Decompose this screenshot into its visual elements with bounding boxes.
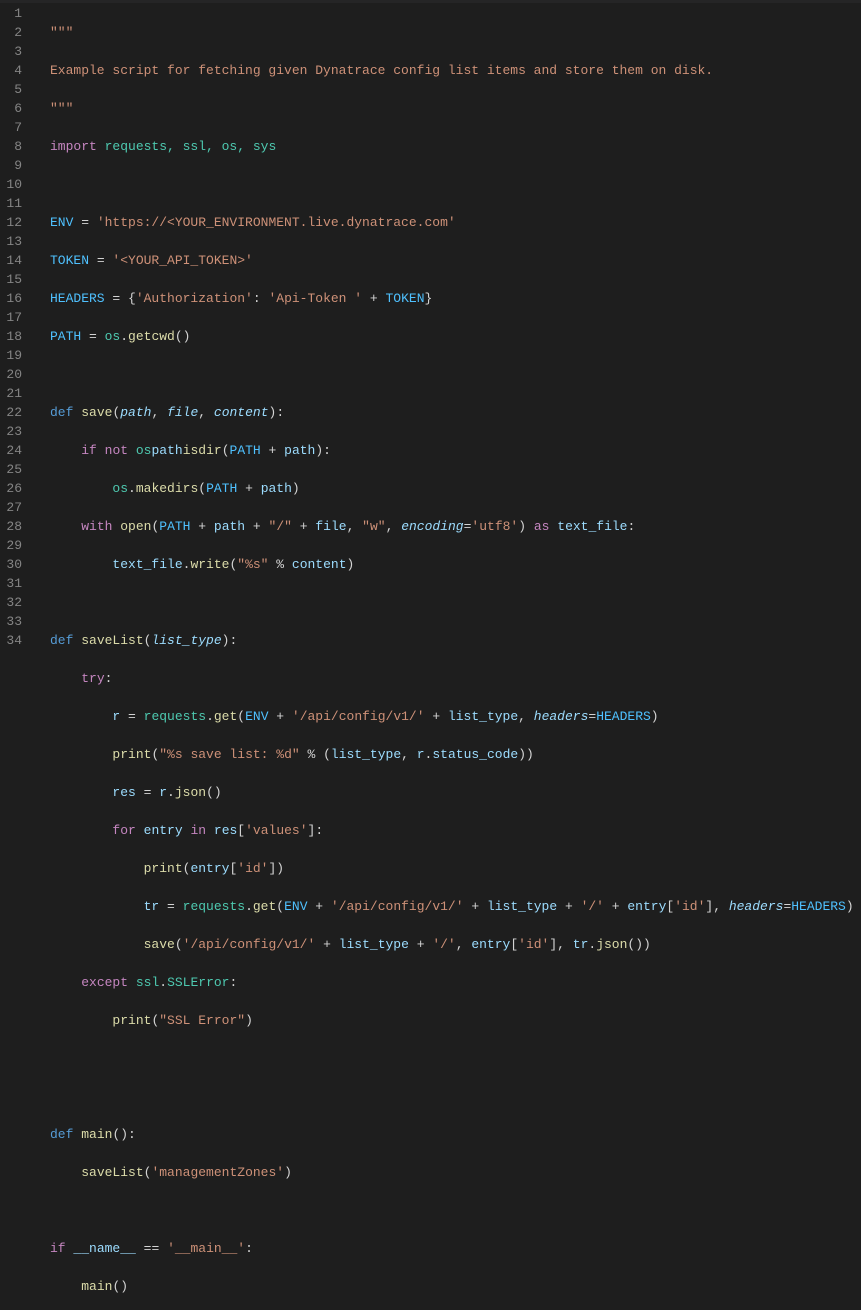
line-number: 16 [0,289,26,308]
line-number: 12 [0,213,26,232]
code-line[interactable] [50,365,854,384]
line-number: 33 [0,612,26,631]
line-number: 21 [0,384,26,403]
line-number: 13 [0,232,26,251]
line-number: 25 [0,460,26,479]
line-number-gutter: 1 2 3 4 5 6 7 8 9 10 11 12 13 14 15 16 1… [0,4,40,1310]
line-number: 10 [0,175,26,194]
code-line[interactable]: print("%s save list: %d" % (list_type, r… [50,745,854,764]
code-line[interactable]: print(entry['id']) [50,859,854,878]
line-number: 19 [0,346,26,365]
line-number: 31 [0,574,26,593]
code-line[interactable]: TOKEN = '<YOUR_API_TOKEN>' [50,251,854,270]
code-line[interactable]: PATH = os.getcwd() [50,327,854,346]
code-line[interactable] [50,175,854,194]
code-line[interactable]: ENV = 'https://<YOUR_ENVIRONMENT.live.dy… [50,213,854,232]
code-line[interactable] [50,1049,854,1068]
line-number: 6 [0,99,26,118]
code-line[interactable]: main() [50,1277,854,1296]
line-number: 18 [0,327,26,346]
code-line[interactable]: except ssl.SSLError: [50,973,854,992]
line-number: 29 [0,536,26,555]
line-number: 5 [0,80,26,99]
line-number: 11 [0,194,26,213]
code-line[interactable]: def main(): [50,1125,854,1144]
code-line[interactable]: saveList('managementZones') [50,1163,854,1182]
code-line[interactable]: HEADERS = {'Authorization': 'Api-Token '… [50,289,854,308]
line-number: 24 [0,441,26,460]
line-number: 9 [0,156,26,175]
line-number: 4 [0,61,26,80]
line-number: 3 [0,42,26,61]
code-line[interactable]: text_file.write("%s" % content) [50,555,854,574]
code-line[interactable]: res = r.json() [50,783,854,802]
line-number: 26 [0,479,26,498]
code-line[interactable]: if not ospathisdir(PATH + path): [50,441,854,460]
line-number: 2 [0,23,26,42]
line-number: 27 [0,498,26,517]
line-number: 22 [0,403,26,422]
line-number: 28 [0,517,26,536]
line-number: 34 [0,631,26,650]
code-line[interactable]: try: [50,669,854,688]
line-number: 32 [0,593,26,612]
line-number: 20 [0,365,26,384]
code-line[interactable]: Example script for fetching given Dynatr… [50,61,854,80]
line-number: 15 [0,270,26,289]
code-line[interactable]: save('/api/config/v1/' + list_type + '/'… [50,935,854,954]
code-line[interactable]: for entry in res['values']: [50,821,854,840]
line-number: 1 [0,4,26,23]
code-line[interactable]: import requests, ssl, os, sys [50,137,854,156]
code-line[interactable]: def saveList(list_type): [50,631,854,650]
code-line[interactable]: """ [50,23,854,42]
code-line[interactable]: if __name__ == '__main__': [50,1239,854,1258]
code-line[interactable]: with open(PATH + path + "/" + file, "w",… [50,517,854,536]
code-line[interactable] [50,1201,854,1220]
code-editor[interactable]: 1 2 3 4 5 6 7 8 9 10 11 12 13 14 15 16 1… [0,4,861,1310]
line-number: 23 [0,422,26,441]
code-line[interactable]: print("SSL Error") [50,1011,854,1030]
line-number: 17 [0,308,26,327]
line-number: 30 [0,555,26,574]
line-number: 7 [0,118,26,137]
code-line[interactable]: tr = requests.get(ENV + '/api/config/v1/… [50,897,854,916]
code-line[interactable] [50,1087,854,1106]
code-line[interactable]: """ [50,99,854,118]
code-content[interactable]: """ Example script for fetching given Dy… [40,4,854,1310]
line-number: 14 [0,251,26,270]
code-line[interactable]: def save(path, file, content): [50,403,854,422]
code-line[interactable] [50,593,854,612]
code-line[interactable]: r = requests.get(ENV + '/api/config/v1/'… [50,707,854,726]
line-number: 8 [0,137,26,156]
code-line[interactable]: os.makedirs(PATH + path) [50,479,854,498]
